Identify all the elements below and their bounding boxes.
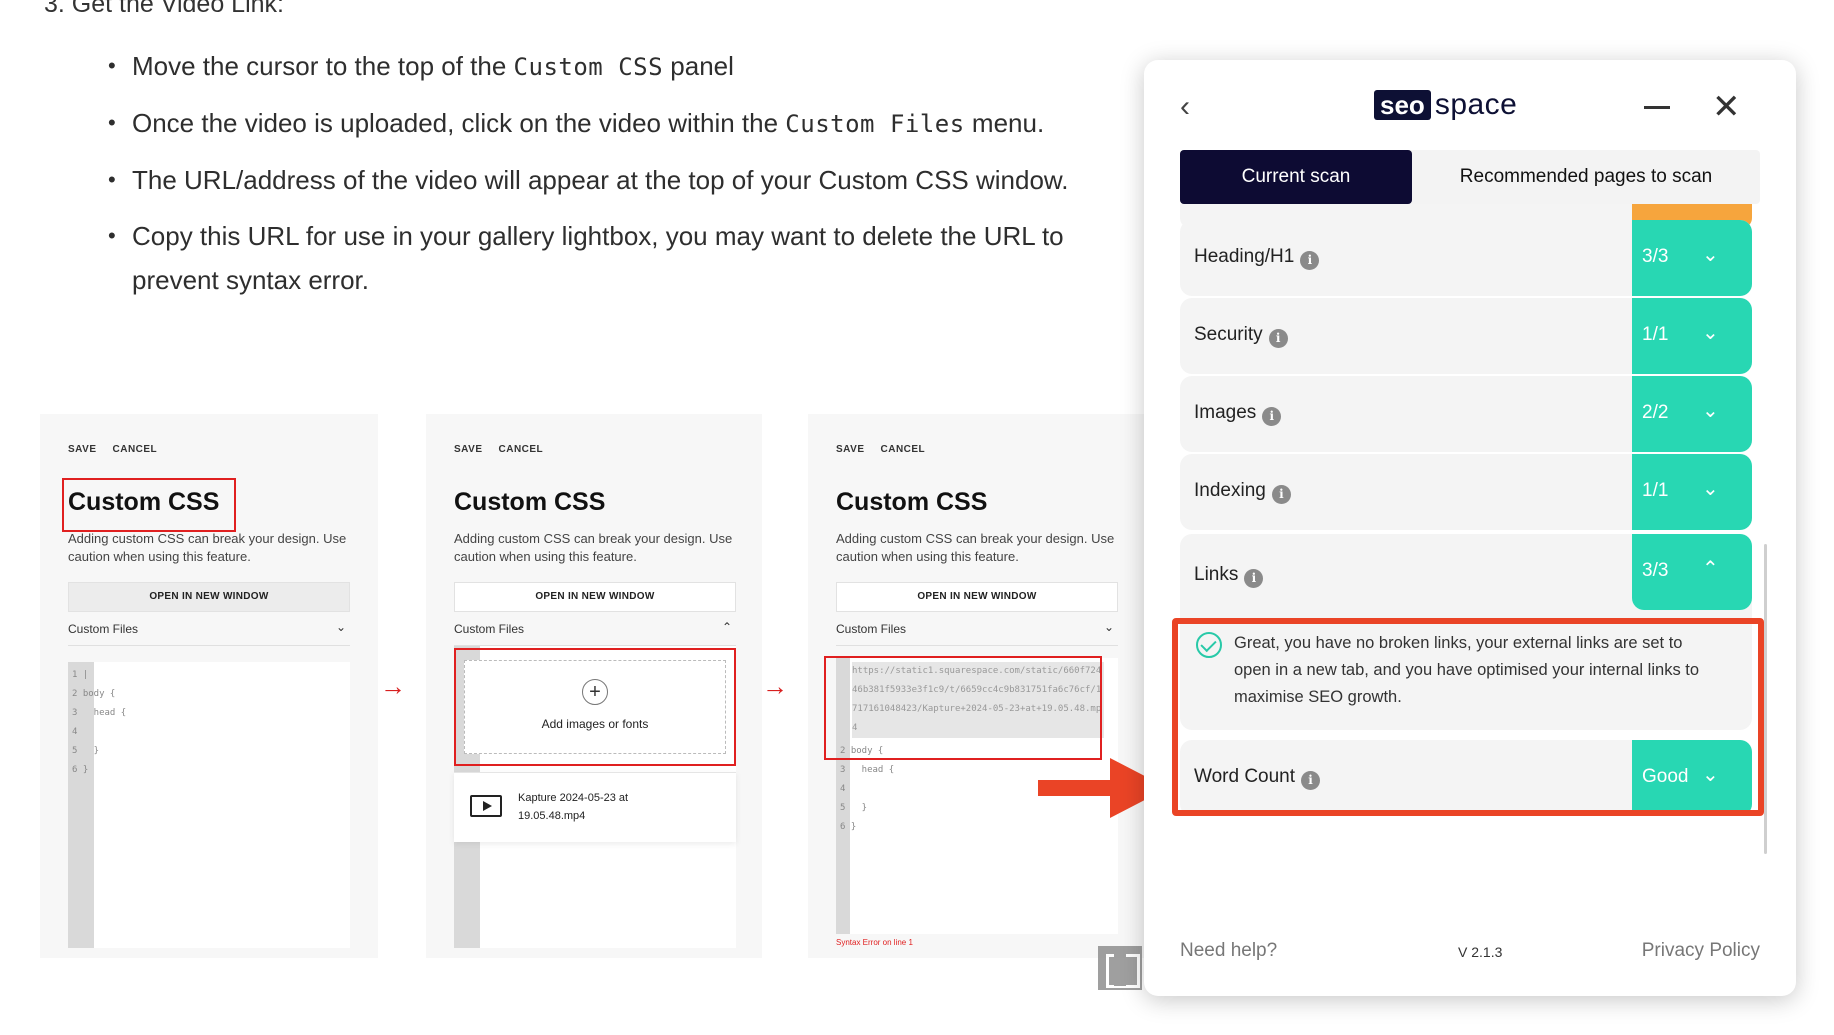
info-icon[interactable]: i: [1300, 251, 1320, 270]
cancel-button: CANCEL: [880, 444, 926, 455]
scrollbar[interactable]: [1764, 544, 1767, 854]
tab-recommended-pages[interactable]: Recommended pages to scan: [1412, 150, 1760, 204]
chevron-down-icon: ⌄: [1702, 244, 1719, 266]
arrow-icon: →: [762, 671, 788, 701]
open-new-window-button: OPEN IN NEW WINDOW: [454, 582, 736, 612]
file-name: Kapture 2024-05-23 at 19.05.48.mp4: [518, 792, 629, 822]
video-icon: [470, 795, 502, 817]
score-badge[interactable]: 3/3 ⌃: [1632, 534, 1752, 610]
close-icon[interactable]: ✕: [1712, 90, 1741, 124]
code-lines: 1 | 2 body { 3 head { 4 5 } 6 }: [72, 670, 127, 775]
panel-title: Custom CSS: [836, 488, 988, 516]
need-help-link[interactable]: Need help?: [1180, 940, 1277, 962]
check-row-security[interactable]: Security i 1/1 ⌄: [1180, 298, 1752, 374]
code-editor: 1 | 2 body { 3 head { 4 5 } 6 }: [68, 662, 350, 948]
open-new-window-button: OPEN IN NEW WINDOW: [68, 582, 350, 612]
chevron-down-icon: ⌄: [1103, 620, 1114, 634]
back-chevron-icon[interactable]: ‹: [1180, 90, 1190, 124]
check-row-images[interactable]: Images i 2/2 ⌄: [1180, 376, 1752, 452]
links-message: Great, you have no broken links, your ex…: [1234, 634, 1700, 706]
instruction-list: Move the cursor to the top of the Custom…: [108, 44, 1118, 314]
panel-title: Custom CSS: [454, 488, 606, 516]
panel-description: Adding custom CSS can break your design.…: [454, 531, 733, 564]
chevron-down-icon: ⌄: [1702, 400, 1719, 422]
seospace-panel: ‹ seo space ✕ Current scan Recommended pa…: [1144, 60, 1796, 996]
checks-list[interactable]: Heading/H1 i 3/3 ⌄ Security i 1/1 ⌄ Images i …: [1180, 204, 1760, 974]
list-item: Copy this URL for use in your gallery li…: [108, 214, 1118, 302]
tab-current-scan[interactable]: Current scan: [1180, 150, 1412, 204]
screenshot-url-pasted: SAVE CANCEL Custom CSS Adding custom CSS …: [808, 414, 1144, 958]
score-badge[interactable]: 1/1 ⌄: [1632, 298, 1752, 374]
step-heading: 3. Get the Video Link:: [44, 0, 284, 18]
chevron-down-icon: ⌄: [1702, 478, 1719, 500]
open-new-window-button: OPEN IN NEW WINDOW: [836, 582, 1118, 612]
screenshot-custom-files: SAVE CANCEL Custom CSS Adding custom CSS …: [426, 414, 762, 958]
list-item: Once the video is uploaded, click on the…: [108, 101, 1118, 146]
info-icon[interactable]: i: [1301, 771, 1321, 790]
panel-description: Adding custom CSS can break your design.…: [836, 531, 1115, 564]
chevron-down-icon: ⌄: [335, 620, 346, 634]
cancel-button: CANCEL: [498, 444, 544, 455]
info-icon[interactable]: i: [1268, 329, 1288, 348]
panel-footer: Need help? V 2.1.3 Privacy Policy: [1180, 940, 1760, 970]
check-row-indexing[interactable]: Indexing i 1/1 ⌄: [1180, 454, 1752, 530]
score-badge[interactable]: 1/1 ⌄: [1632, 454, 1752, 530]
minimize-button[interactable]: [1644, 92, 1670, 122]
version-label: V 2.1.3: [1458, 944, 1503, 960]
highlight-box: [454, 648, 736, 766]
check-row-links[interactable]: Links i 3/3 ⌃ Great, you have no broken li…: [1180, 534, 1752, 730]
fullscreen-icon[interactable]: [1098, 946, 1142, 990]
highlight-box: [62, 478, 236, 532]
score-badge[interactable]: Good ⌄: [1632, 740, 1752, 816]
check-circle-icon: [1196, 632, 1222, 658]
chevron-down-icon: ⌄: [1702, 764, 1719, 786]
chevron-up-icon: ⌃: [721, 620, 732, 634]
panel-description: Adding custom CSS can break your design.…: [68, 531, 347, 564]
uploaded-file-card: Kapture 2024-05-23 at 19.05.48.mp4: [454, 772, 736, 842]
cancel-button: CANCEL: [112, 444, 158, 455]
syntax-error: Syntax Error on line 1: [836, 938, 913, 947]
check-row-word-count[interactable]: Word Count i Good ⌄: [1180, 740, 1752, 816]
highlight-box: [824, 656, 1102, 760]
custom-files-dropdown: Custom Files ⌄: [68, 620, 350, 646]
scan-tabs: Current scan Recommended pages to scan: [1180, 150, 1760, 204]
privacy-policy-link[interactable]: Privacy Policy: [1642, 940, 1760, 962]
save-button: SAVE: [836, 444, 865, 455]
chevron-up-icon: ⌃: [1702, 558, 1719, 580]
save-button: SAVE: [454, 444, 483, 455]
info-icon[interactable]: i: [1244, 569, 1264, 588]
info-icon[interactable]: i: [1262, 407, 1282, 426]
score-badge[interactable]: 3/3 ⌄: [1632, 220, 1752, 296]
custom-files-dropdown: Custom Files ⌃: [454, 620, 736, 646]
chevron-down-icon: ⌄: [1702, 322, 1719, 344]
list-item: The URL/address of the video will appear…: [108, 158, 1118, 202]
check-row-heading[interactable]: Heading/H1 i 3/3 ⌄: [1180, 220, 1752, 296]
list-item: Move the cursor to the top of the Custom…: [108, 44, 1118, 89]
save-button: SAVE: [68, 444, 97, 455]
custom-files-dropdown: Custom Files ⌄: [836, 620, 1118, 646]
arrow-icon: →: [380, 671, 406, 701]
info-icon[interactable]: i: [1271, 485, 1291, 504]
seospace-logo: seo space: [1374, 88, 1517, 128]
screenshot-custom-css: SAVE CANCEL Custom CSS Adding custom CSS …: [40, 414, 378, 958]
score-badge[interactable]: 2/2 ⌄: [1632, 376, 1752, 452]
